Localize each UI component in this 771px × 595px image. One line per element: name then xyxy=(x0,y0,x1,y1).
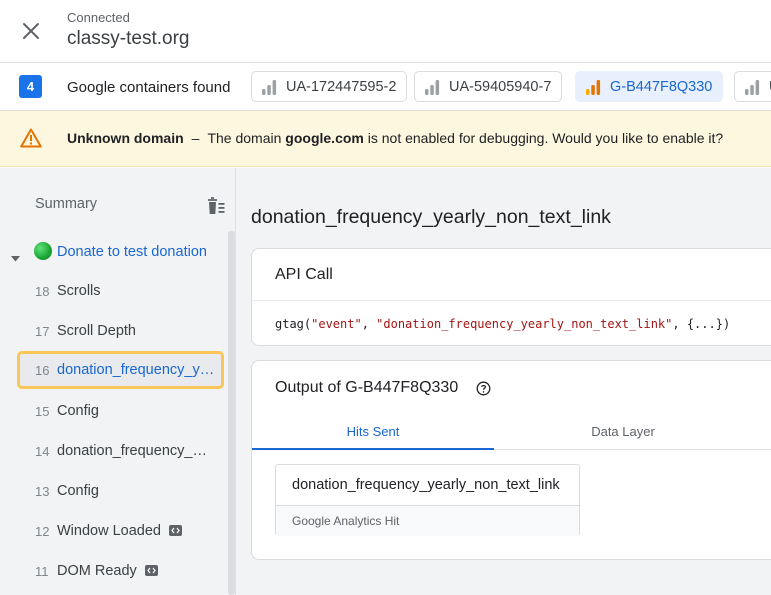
event-number: 13 xyxy=(35,484,50,499)
event-item-13[interactable]: 13 Config xyxy=(0,472,228,512)
event-number: 16 xyxy=(35,363,50,378)
sidebar-scrollbar[interactable] xyxy=(228,231,235,595)
code-arg-event: "event" xyxy=(311,317,362,331)
code-separator: , xyxy=(361,317,377,331)
analytics-bars-icon xyxy=(745,79,760,95)
event-name-text: Window Loaded xyxy=(57,523,161,539)
container-chip-label: G-B447F8Q330 xyxy=(610,78,713,95)
help-icon[interactable] xyxy=(476,381,491,396)
analytics-bars-icon xyxy=(425,79,440,95)
event-item-11[interactable]: 11 DOM Ready xyxy=(0,552,228,592)
event-item-18[interactable]: 18 Scrolls xyxy=(0,272,228,312)
event-item-12[interactable]: 12 Window Loaded xyxy=(0,512,228,552)
event-name: donation_frequency_daily_non_text_link xyxy=(57,443,215,459)
connection-status: Connected xyxy=(67,10,130,25)
event-number: 17 xyxy=(35,324,50,339)
event-detail-pane: donation_frequency_yearly_non_text_link … xyxy=(236,168,771,595)
analytics-bars-icon xyxy=(586,79,601,95)
warning-icon xyxy=(20,128,42,148)
output-title: Output of G-B447F8Q330 xyxy=(275,379,459,396)
warning-title: Unknown domain xyxy=(67,130,184,146)
event-item-14[interactable]: 14 donation_frequency_daily_non_text_lin… xyxy=(0,432,228,472)
unknown-domain-banner: Unknown domain – The domain google.com is … xyxy=(0,111,771,167)
event-number: 14 xyxy=(35,444,50,459)
connected-domain: classy-test.org xyxy=(67,28,190,49)
hit-card[interactable]: donation_frequency_yearly_non_text_link … xyxy=(275,464,580,536)
event-name: Scroll Depth xyxy=(57,323,136,339)
event-name: Config xyxy=(57,483,99,499)
code-rest: , {...}) xyxy=(672,317,731,331)
warning-message: Unknown domain – The domain google.com is … xyxy=(67,130,723,146)
containers-bar: 4 Google containers found UA-172447595-2… xyxy=(0,62,771,111)
warning-text-after: is not enabled for debugging. Would you … xyxy=(367,130,724,146)
container-chip-ua-59405940-7[interactable]: UA-59405940-7 xyxy=(414,71,563,102)
close-button[interactable] xyxy=(18,18,44,44)
api-call-card: API Call gtag("event", "donation_frequen… xyxy=(251,248,771,346)
event-title: donation_frequency_yearly_non_text_link xyxy=(251,206,611,228)
event-number: 12 xyxy=(35,524,50,539)
hit-footer: Google Analytics Hit xyxy=(276,505,579,536)
close-icon[interactable] xyxy=(22,22,40,40)
code-icon xyxy=(144,564,158,576)
warning-separator: – xyxy=(191,130,200,146)
caret-down-icon[interactable] xyxy=(10,253,21,264)
status-dot-icon xyxy=(34,242,52,260)
event-number: 18 xyxy=(35,284,50,299)
hit-type: Google Analytics Hit xyxy=(292,514,400,528)
summary-row: Summary xyxy=(0,168,236,240)
event-item-17[interactable]: 17 Scroll Depth xyxy=(0,312,228,352)
hit-name: donation_frequency_yearly_non_text_link xyxy=(292,477,560,493)
event-name: Scrolls xyxy=(57,283,101,299)
tab-data-layer[interactable]: Data Layer xyxy=(502,413,744,450)
event-name: donation_frequency_yearly_non_text_link xyxy=(57,362,217,378)
event-group-label[interactable]: Donate to test donation xyxy=(57,244,207,260)
event-number: 15 xyxy=(35,404,50,419)
api-call-code: gtag("event", "donation_frequency_yearly… xyxy=(275,317,730,331)
event-item-15[interactable]: 15 Config xyxy=(0,392,228,432)
clear-messages-icon[interactable] xyxy=(203,194,227,218)
code-arg-name: "donation_frequency_yearly_non_text_link… xyxy=(376,317,673,331)
event-name: Window Loaded xyxy=(57,523,182,539)
summary-link[interactable]: Summary xyxy=(35,196,97,212)
containers-label: Google containers found xyxy=(67,79,231,96)
container-chip-label: UA-59405940-7 xyxy=(449,78,552,95)
container-count-badge: 4 xyxy=(19,75,42,98)
container-chip-ua-172447595-2[interactable]: UA-172447595-2 xyxy=(251,71,408,102)
event-name: DOM Ready xyxy=(57,563,158,579)
warning-domain[interactable]: google.com xyxy=(285,130,364,146)
warning-text-before: The domain xyxy=(207,130,282,146)
container-chip-overflow[interactable]: U xyxy=(734,71,771,102)
event-item-16-selected[interactable]: 16 donation_frequency_yearly_non_text_li… xyxy=(17,351,224,389)
api-call-header: API Call xyxy=(252,249,771,301)
code-icon xyxy=(169,524,182,536)
analytics-bars-icon xyxy=(262,79,277,95)
output-tabs: Hits Sent Data Layer xyxy=(252,413,771,450)
code-fn: gtag( xyxy=(275,317,312,331)
container-chip-label: UA-172447595-2 xyxy=(286,78,397,95)
event-name-text: DOM Ready xyxy=(57,563,137,579)
tab-hits-sent[interactable]: Hits Sent xyxy=(252,413,494,450)
container-chip-g-b447f8q330[interactable]: G-B447F8Q330 xyxy=(575,71,724,102)
api-call-title: API Call xyxy=(275,266,333,283)
event-number: 11 xyxy=(35,564,49,579)
header: Connected classy-test.org xyxy=(0,0,771,62)
output-card: Output of G-B447F8Q330 Hits Sent Data La… xyxy=(251,360,771,560)
event-sidebar: Summary Donate to test donation 18 Scrol… xyxy=(0,168,236,595)
event-name: Config xyxy=(57,403,99,419)
